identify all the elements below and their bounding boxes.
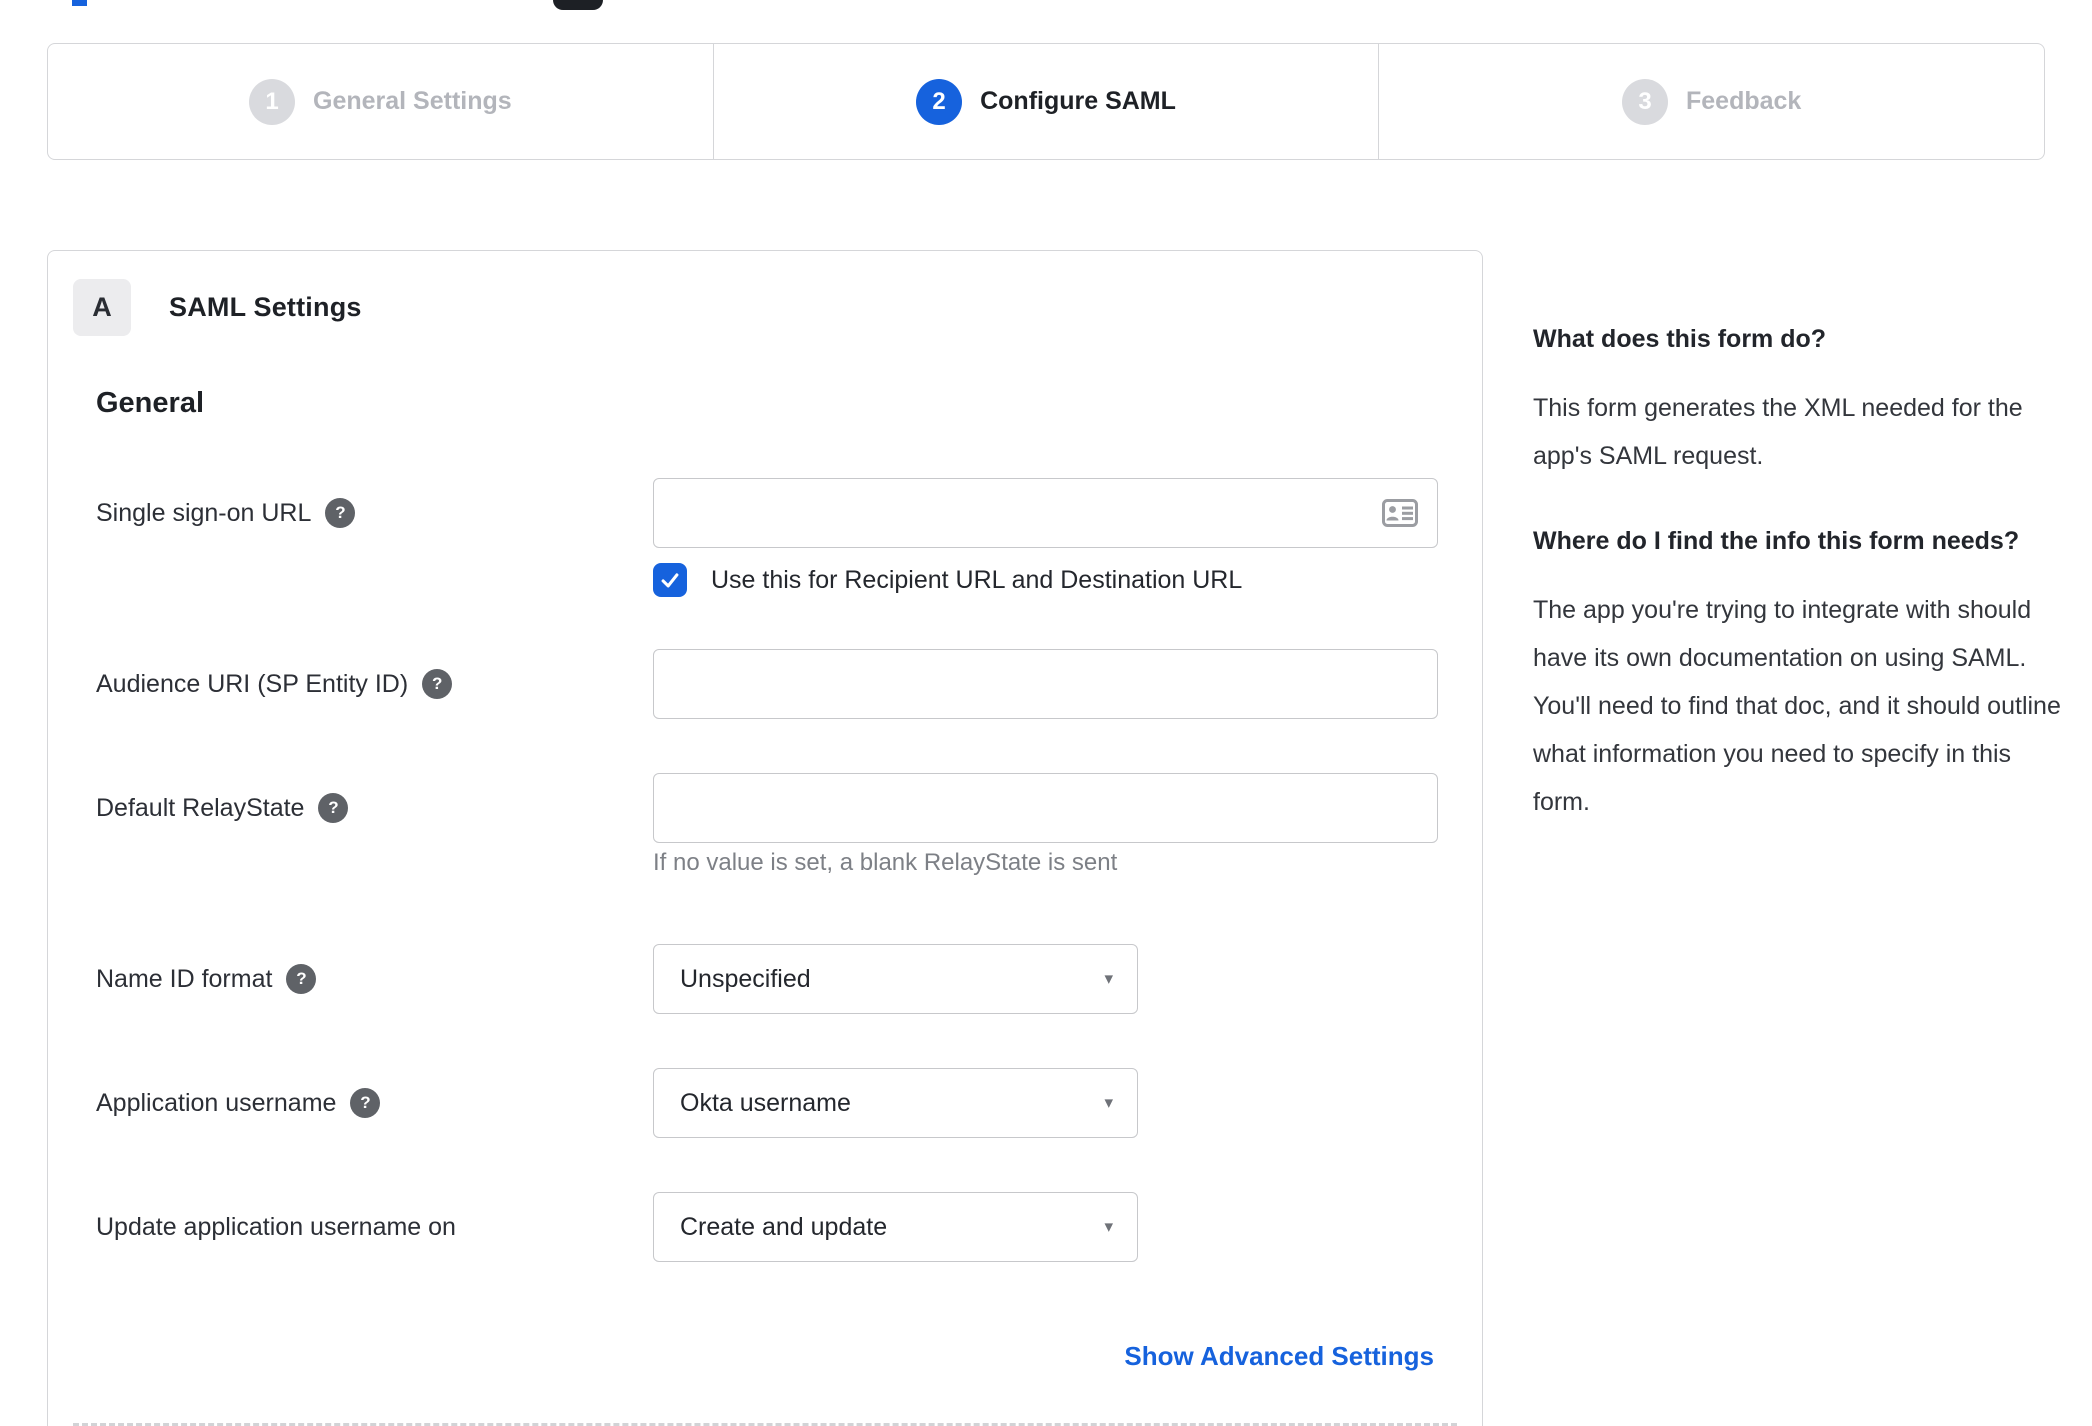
step-1-number-badge: 1	[249, 78, 295, 125]
name-id-format-label-group: Name ID format ?	[96, 964, 653, 994]
check-icon	[661, 573, 679, 588]
default-relaystate-input[interactable]	[653, 773, 1438, 843]
default-relaystate-row: Default RelayState ?	[96, 773, 1438, 843]
wizard-step-configure-saml[interactable]: 2 Configure SAML	[712, 44, 1379, 159]
wizard-step-feedback[interactable]: 3 Feedback	[1378, 44, 2044, 159]
update-app-username-value: Create and update	[680, 1212, 888, 1241]
setup-wizard: 1 General Settings 2 Configure SAML 3 Fe…	[47, 43, 2045, 160]
saml-settings-panel: A SAML Settings General Single sign-on U…	[47, 250, 1483, 1426]
help-answer-1: This form generates the XML needed for t…	[1533, 394, 2023, 470]
recipient-url-checkbox-row: Use this for Recipient URL and Destinati…	[653, 563, 1242, 597]
audience-uri-row: Audience URI (SP Entity ID) ?	[96, 649, 1438, 719]
update-app-username-label: Update application username on	[96, 1212, 456, 1241]
audience-uri-help-icon[interactable]: ?	[422, 669, 453, 699]
show-advanced-settings-link[interactable]: Show Advanced Settings	[1124, 1341, 1434, 1372]
application-username-value: Okta username	[680, 1088, 851, 1117]
step-2-number-badge: 2	[916, 78, 963, 125]
recipient-url-checkbox[interactable]	[653, 563, 687, 597]
chevron-down-icon: ▾	[1104, 1217, 1113, 1236]
step-1-label: General Settings	[313, 87, 512, 115]
audience-uri-input-wrap	[653, 649, 1438, 719]
sso-url-help-icon[interactable]: ?	[325, 498, 356, 528]
sso-url-row: Single sign-on URL ?	[96, 478, 1438, 548]
default-relaystate-label-group: Default RelayState ?	[96, 793, 653, 823]
contact-card-icon[interactable]	[1382, 499, 1418, 527]
default-relaystate-hint: If no value is set, a blank RelayState i…	[653, 849, 1118, 876]
update-app-username-select[interactable]: Create and update ▾	[653, 1192, 1138, 1262]
sso-url-label: Single sign-on URL	[96, 498, 312, 527]
recipient-url-checkbox-label: Use this for Recipient URL and Destinati…	[711, 565, 1243, 594]
application-username-select[interactable]: Okta username ▾	[653, 1068, 1138, 1138]
section-title: SAML Settings	[169, 292, 362, 322]
name-id-format-value: Unspecified	[680, 964, 811, 993]
name-id-format-row: Name ID format ? Unspecified ▾	[96, 944, 1138, 1014]
help-sidebar: What does this form do? This form genera…	[1533, 320, 2061, 868]
application-username-row: Application username ? Okta username ▾	[96, 1068, 1138, 1138]
cropped-header-icon	[553, 0, 603, 10]
sso-url-input-wrap	[653, 478, 1438, 548]
section-header: A SAML Settings	[73, 279, 362, 336]
step-2-label: Configure SAML	[980, 87, 1176, 115]
name-id-format-help-icon[interactable]: ?	[286, 964, 317, 994]
cropped-tab-indicator	[72, 0, 87, 6]
help-answer-2: The app you're trying to integrate with …	[1533, 596, 2061, 816]
wizard-step-general-settings[interactable]: 1 General Settings	[48, 44, 713, 159]
update-app-username-label-group: Update application username on	[96, 1213, 653, 1242]
section-a-badge: A	[73, 279, 131, 336]
default-relaystate-help-icon[interactable]: ?	[318, 793, 349, 823]
chevron-down-icon: ▾	[1104, 969, 1113, 988]
audience-uri-input[interactable]	[653, 649, 1438, 719]
step-3-number-badge: 3	[1622, 78, 1668, 125]
application-username-label: Application username	[96, 1088, 337, 1117]
sso-url-label-group: Single sign-on URL ?	[96, 498, 653, 528]
default-relaystate-input-wrap	[653, 773, 1438, 843]
audience-uri-label: Audience URI (SP Entity ID)	[96, 669, 409, 698]
name-id-format-label: Name ID format	[96, 964, 273, 993]
update-app-username-row: Update application username on Create an…	[96, 1192, 1138, 1262]
application-username-help-icon[interactable]: ?	[350, 1088, 381, 1118]
audience-uri-label-group: Audience URI (SP Entity ID) ?	[96, 669, 653, 699]
general-heading: General	[96, 387, 204, 419]
configure-saml-page: 1 General Settings 2 Configure SAML 3 Fe…	[0, 0, 2092, 1426]
chevron-down-icon: ▾	[1104, 1093, 1113, 1112]
help-question-1: What does this form do?	[1533, 325, 1827, 353]
name-id-format-select[interactable]: Unspecified ▾	[653, 944, 1138, 1014]
step-3-label: Feedback	[1686, 87, 1802, 115]
default-relaystate-label: Default RelayState	[96, 793, 305, 822]
sso-url-input[interactable]	[653, 478, 1438, 548]
application-username-label-group: Application username ?	[96, 1088, 653, 1118]
help-question-2: Where do I find the info this form needs…	[1533, 527, 2020, 555]
